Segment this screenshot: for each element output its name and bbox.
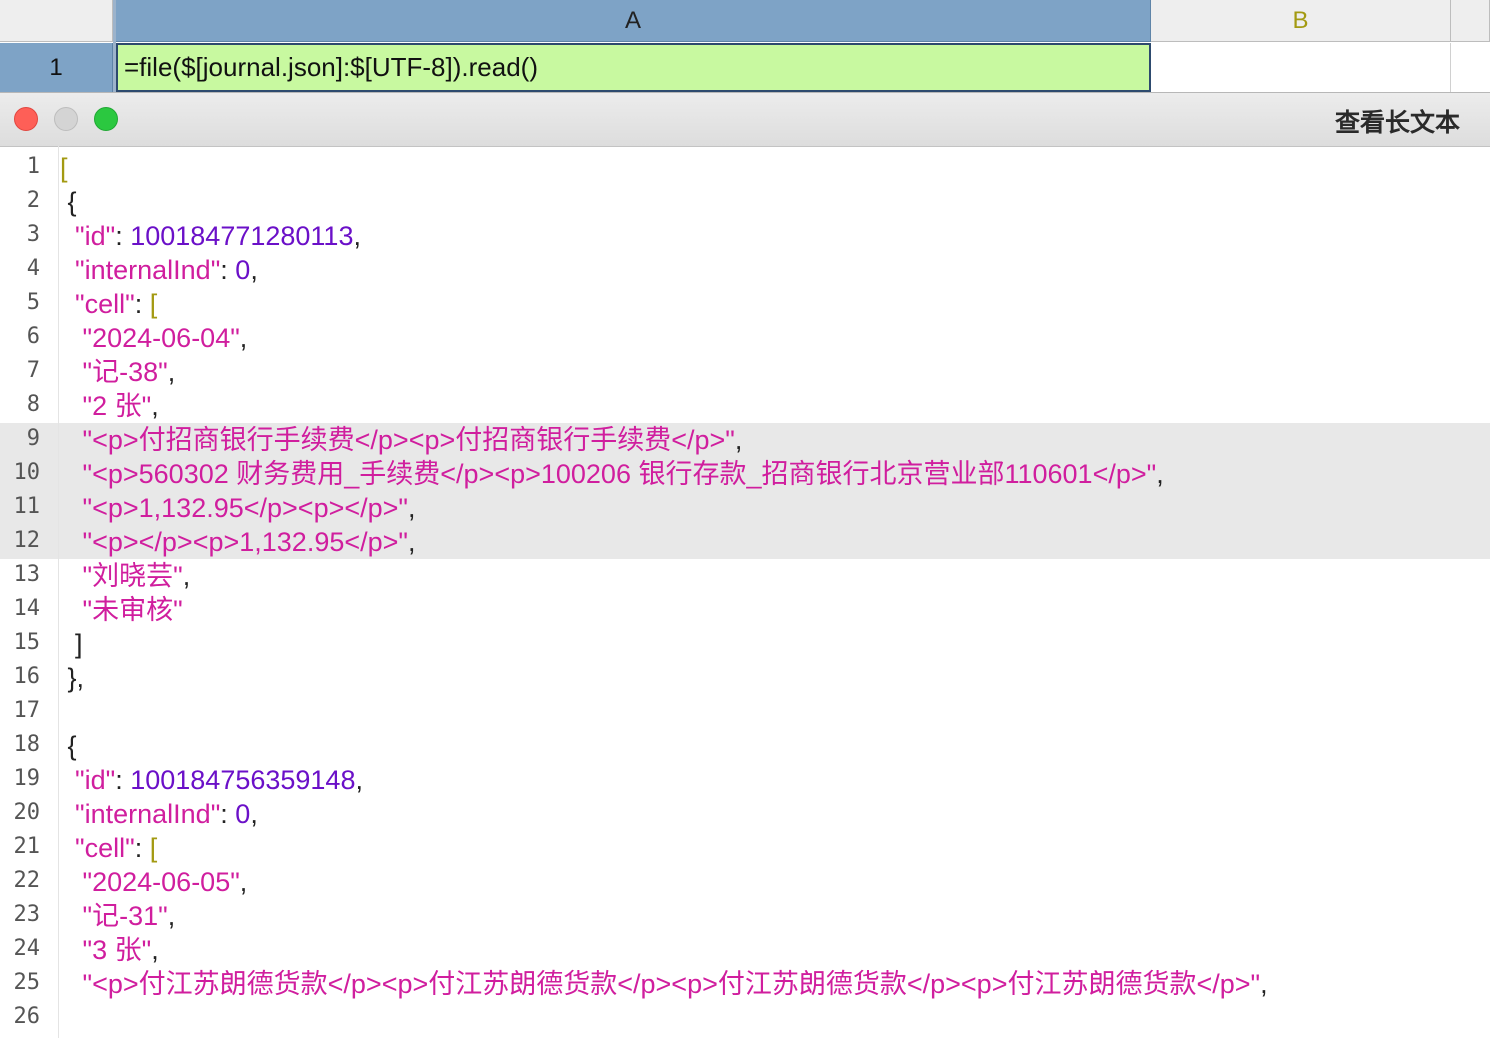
line-text: "id": 100184771280113, <box>75 221 361 251</box>
line-number: 6 <box>26 324 40 349</box>
line-number: 24 <box>13 936 41 961</box>
line-number: 11 <box>13 494 41 519</box>
line-text: "cell": [ <box>75 833 158 863</box>
line-text: "<p>1,132.95</p><p></p>", <box>82 493 416 523</box>
editor-line: 3 "id": 100184771280113, <box>0 219 1490 253</box>
line-number: 3 <box>26 222 40 247</box>
editor-line: 5 "cell": [ <box>0 287 1490 321</box>
line-number: 16 <box>13 664 41 689</box>
line-number: 26 <box>13 1004 41 1029</box>
spreadsheet: A B 1 =file($[journal.json]:$[UTF-8]).re… <box>0 0 1490 92</box>
line-text: "2024-06-05", <box>82 867 248 897</box>
line-number: 10 <box>13 460 41 485</box>
dialog-titlebar[interactable]: 查看长文本 <box>0 93 1490 147</box>
line-number: 21 <box>13 834 41 859</box>
minimize-button[interactable] <box>54 107 78 131</box>
editor-line: 24 "3 张", <box>0 933 1490 967</box>
line-text: "cell": [ <box>75 289 158 319</box>
line-text: { <box>60 731 77 761</box>
editor-line: 6 "2024-06-04", <box>0 321 1490 355</box>
line-number: 19 <box>13 766 41 791</box>
line-text: "2 张", <box>82 391 159 421</box>
line-text: "<p>付江苏朗德货款</p><p>付江苏朗德货款</p><p>付江苏朗德货款<… <box>82 969 1268 999</box>
editor-line: 12 "<p></p><p>1,132.95</p>", <box>0 525 1490 559</box>
editor-line: 22 "2024-06-05", <box>0 865 1490 899</box>
line-number: 4 <box>26 256 40 281</box>
editor-line: 9 "<p>付招商银行手续费</p><p>付招商银行手续费</p>", <box>0 423 1490 457</box>
line-number: 13 <box>13 562 41 587</box>
editor-line: 23 "记-31", <box>0 899 1490 933</box>
editor-line: 16 }, <box>0 661 1490 695</box>
line-text: "未审核" <box>82 595 183 625</box>
line-text: }, <box>60 663 85 693</box>
editor-line: 1[ <box>0 151 1490 185</box>
column-header-a[interactable]: A <box>116 0 1151 42</box>
editor-line: 19 "id": 100184756359148, <box>0 763 1490 797</box>
line-number: 14 <box>13 596 41 621</box>
line-text: "记-31", <box>82 901 176 931</box>
editor-line: 2 { <box>0 185 1490 219</box>
line-text: "刘晓芸", <box>82 561 191 591</box>
row-header-1[interactable]: 1 <box>0 43 113 92</box>
line-text: "3 张", <box>82 935 159 965</box>
line-number: 22 <box>13 868 41 893</box>
column-header-next[interactable] <box>1451 0 1490 42</box>
line-text: "2024-06-04", <box>82 323 248 353</box>
editor-line: 17 <box>0 695 1490 729</box>
line-number: 12 <box>13 528 41 553</box>
line-text: { <box>60 187 77 217</box>
line-number: 25 <box>13 970 41 995</box>
line-number: 1 <box>26 154 40 179</box>
line-text: "internalInd": 0, <box>75 799 258 829</box>
line-number: 2 <box>26 188 40 213</box>
column-header-b[interactable]: B <box>1151 0 1451 42</box>
line-text: "<p>付招商银行手续费</p><p>付招商银行手续费</p>", <box>82 425 743 455</box>
close-button[interactable] <box>14 107 38 131</box>
editor-line: 11 "<p>1,132.95</p><p></p>", <box>0 491 1490 525</box>
cell-b1[interactable] <box>1151 43 1451 92</box>
line-text: "记-38", <box>82 357 176 387</box>
editor-line: 15 ] <box>0 627 1490 661</box>
editor-line: 18 { <box>0 729 1490 763</box>
dialog-title: 查看长文本 <box>1334 109 1460 137</box>
line-text: "<p></p><p>1,132.95</p>", <box>82 527 416 557</box>
line-text: ] <box>60 629 83 659</box>
editor-line: 25 "<p>付江苏朗德货款</p><p>付江苏朗德货款</p><p>付江苏朗德… <box>0 967 1490 1001</box>
editor-line: 13 "刘晓芸", <box>0 559 1490 593</box>
editor-line: 4 "internalInd": 0, <box>0 253 1490 287</box>
zoom-button[interactable] <box>94 107 118 131</box>
editor-line: 21 "cell": [ <box>0 831 1490 865</box>
editor-line: 8 "2 张", <box>0 389 1490 423</box>
cell-c1[interactable] <box>1451 43 1490 92</box>
text-editor[interactable]: 1[2 {3 "id": 100184771280113, 4 "internal… <box>0 147 1490 1039</box>
line-number: 20 <box>13 800 41 825</box>
editor-line: 7 "记-38", <box>0 355 1490 389</box>
long-text-dialog: 查看长文本 1[2 {3 "id": 100184771280113, 4 "in… <box>0 92 1490 1039</box>
line-text: "id": 100184756359148, <box>75 765 363 795</box>
select-all-corner[interactable] <box>0 0 113 42</box>
line-number: 18 <box>13 732 41 757</box>
line-text: "internalInd": 0, <box>75 255 258 285</box>
line-number: 8 <box>26 392 40 417</box>
line-number: 5 <box>26 290 40 315</box>
line-text: [ <box>60 153 68 183</box>
line-number: 17 <box>13 698 41 723</box>
line-number: 7 <box>26 358 40 383</box>
editor-line: 14 "未审核" <box>0 593 1490 627</box>
line-number: 15 <box>13 630 41 655</box>
line-number: 9 <box>26 426 40 451</box>
line-text: "<p>560302 财务费用_手续费</p><p>100206 银行存款_招商… <box>82 459 1164 489</box>
cell-a1[interactable]: =file($[journal.json]:$[UTF-8]).read() <box>116 43 1151 92</box>
editor-line: 26 <box>0 1001 1490 1035</box>
gutter-divider <box>58 146 59 1038</box>
editor-line: 20 "internalInd": 0, <box>0 797 1490 831</box>
editor-line: 10 "<p>560302 财务费用_手续费</p><p>100206 银行存款… <box>0 457 1490 491</box>
line-number: 23 <box>13 902 41 927</box>
